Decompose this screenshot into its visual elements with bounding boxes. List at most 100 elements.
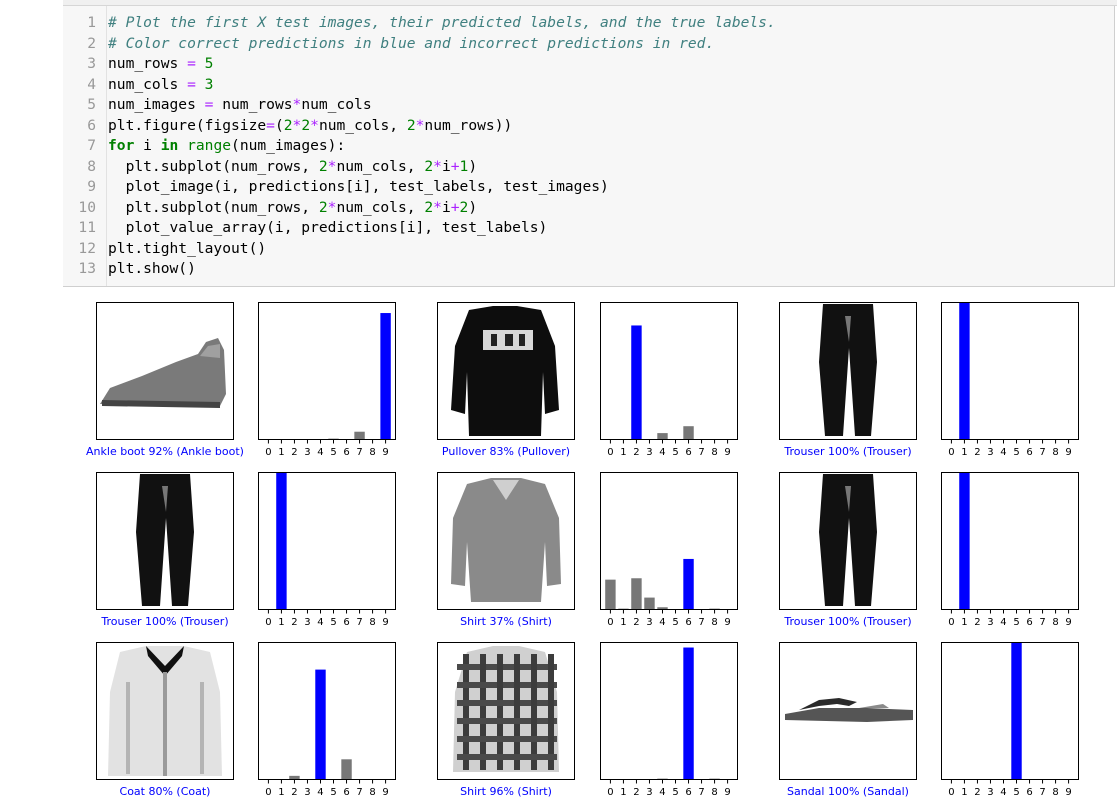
x-tick-label: 9	[724, 447, 730, 458]
predicted-class-bar	[380, 313, 391, 440]
plot-background	[600, 472, 738, 610]
bar-chart-panel: 0123456789	[941, 642, 1079, 798]
x-tick-label: 2	[291, 447, 297, 458]
x-tick-label: 5	[1013, 617, 1019, 628]
x-tick-label: 7	[1039, 447, 1045, 458]
x-tick-label: 8	[711, 787, 717, 798]
x-tick-label: 5	[1013, 787, 1019, 798]
predicted-class-bar	[1011, 642, 1022, 780]
x-tick-label: 8	[1052, 447, 1058, 458]
x-tick-label: 9	[382, 447, 388, 458]
predicted-class-bar	[959, 472, 970, 610]
x-tick-label: 4	[1000, 787, 1006, 798]
thumbnail-panel	[437, 642, 575, 780]
thumbnail-panel	[779, 302, 917, 440]
prediction-label: Trouser 100% (Trouser)	[783, 445, 911, 458]
x-tick-label: 2	[974, 787, 980, 798]
x-tick-label: 2	[633, 447, 639, 458]
plot-background	[600, 302, 738, 440]
bar-chart-panel: 0123456789	[941, 472, 1079, 628]
x-tick-label: 4	[1000, 617, 1006, 628]
x-tick-label: 3	[987, 787, 993, 798]
x-tick-label: 4	[1000, 447, 1006, 458]
x-tick-label: 8	[1052, 617, 1058, 628]
x-tick-label: 6	[1026, 787, 1032, 798]
x-tick-label: 0	[607, 617, 613, 628]
x-tick-label: 7	[356, 787, 362, 798]
plaid-stripe-v	[548, 654, 554, 770]
x-tick-label: 7	[1039, 617, 1045, 628]
x-tick-label: 2	[291, 787, 297, 798]
x-tick-label: 1	[961, 617, 967, 628]
prediction-label: Shirt 37% (Shirt)	[460, 615, 552, 628]
x-tick-label: 9	[724, 787, 730, 798]
x-tick-label: 5	[330, 447, 336, 458]
prediction-label: Pullover 83% (Pullover)	[442, 445, 570, 458]
x-tick-label: 0	[948, 787, 954, 798]
x-tick-label: 7	[1039, 787, 1045, 798]
plaid-stripe-v	[514, 654, 520, 770]
plaid-stripe-h	[457, 700, 557, 706]
prediction-label: Ankle boot 92% (Ankle boot)	[86, 445, 244, 458]
x-tick-label: 4	[659, 617, 665, 628]
thumbnail-panel	[779, 472, 917, 610]
x-tick-label: 8	[369, 787, 375, 798]
x-tick-label: 6	[343, 787, 349, 798]
x-tick-label: 5	[672, 787, 678, 798]
x-tick-label: 1	[620, 447, 626, 458]
x-tick-label: 3	[304, 447, 310, 458]
x-tick-label: 9	[382, 617, 388, 628]
x-tick-label: 4	[659, 787, 665, 798]
class-bar	[644, 597, 655, 610]
x-tick-label: 3	[646, 787, 652, 798]
class-bar	[657, 433, 668, 440]
x-tick-label: 2	[633, 617, 639, 628]
x-tick-label: 9	[1065, 787, 1071, 798]
subplot-figure: Ankle boot 92% (Ankle boot) 0 1 2 3 4 5 6 7 8 9 Pul…	[86, 302, 1079, 798]
thumbnail-panel	[96, 302, 234, 440]
x-tick-label: 7	[698, 447, 704, 458]
thumbnail-panel	[779, 642, 917, 780]
x-tick-label: 9	[1065, 617, 1071, 628]
x-tick-label: 0	[607, 447, 613, 458]
plaid-stripe-h	[457, 736, 557, 742]
plaid-stripe-h	[457, 664, 557, 670]
class-bar	[341, 759, 352, 780]
x-tick-label: 6	[1026, 617, 1032, 628]
bar-chart-panel: 0123456789	[600, 642, 738, 798]
bar-chart-panel: 0123456789	[600, 472, 738, 628]
x-tick-label: 5	[1013, 447, 1019, 458]
predicted-class-bar	[959, 302, 970, 440]
bar-chart-panel: 0123456789	[941, 302, 1079, 458]
x-tick-label: 9	[382, 787, 388, 798]
x-tick-label: 1	[620, 787, 626, 798]
plaid-stripe-v	[531, 654, 537, 770]
prediction-label: Trouser 100% (Trouser)	[100, 615, 228, 628]
x-tick-label: 7	[698, 617, 704, 628]
x-tick-label: 5	[330, 787, 336, 798]
x-tick-label: 7	[698, 787, 704, 798]
plaid-stripe-h	[457, 754, 557, 760]
prediction-label: Sandal 100% (Sandal)	[787, 785, 909, 798]
x-tick-label: 4	[317, 447, 323, 458]
x-tick-label: 3	[646, 447, 652, 458]
x-tick-label: 4	[317, 617, 323, 628]
plaid-stripe-h	[457, 682, 557, 688]
x-tick-label: 3	[304, 787, 310, 798]
thumbnail-panel	[96, 472, 234, 610]
x-tick-label: 7	[356, 447, 362, 458]
plot-background	[258, 642, 396, 780]
prediction-label: Coat 80% (Coat)	[120, 785, 211, 798]
bar-chart-panel: 0123456789	[258, 472, 396, 628]
plot-background	[600, 642, 738, 780]
x-tick-label: 7	[356, 617, 362, 628]
x-tick-label: 1	[620, 617, 626, 628]
x-tick-label: 8	[711, 617, 717, 628]
x-tick-label: 3	[987, 447, 993, 458]
x-tick-label: 9	[1065, 447, 1071, 458]
predicted-class-bar	[276, 472, 287, 610]
class-bar	[354, 431, 365, 440]
plaid-stripe-v	[497, 654, 503, 770]
x-tick-label: 6	[1026, 447, 1032, 458]
bar-chart-panel: 0123456789	[600, 302, 738, 458]
